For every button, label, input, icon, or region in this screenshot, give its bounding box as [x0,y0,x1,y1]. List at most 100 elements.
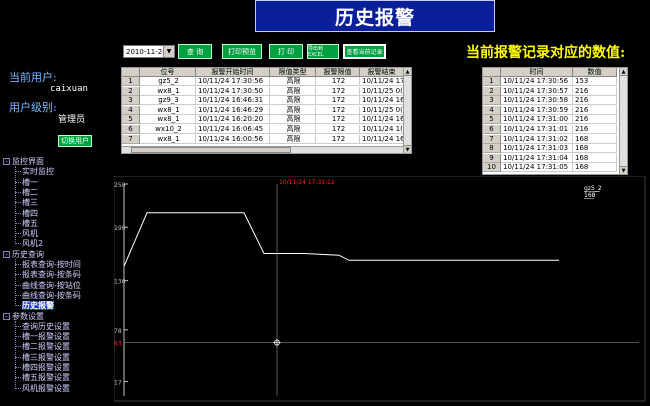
table-cell[interactable]: 168 [573,163,617,173]
view-current-button[interactable]: 查看当前记录 [343,44,386,59]
tree-toggle-icon[interactable]: - [3,312,10,320]
row-number[interactable]: 1 [483,77,501,86]
table-cell[interactable]: 10/11/24 17 [360,77,404,86]
table-cell[interactable]: 10/11/24 17:30:57 [501,86,573,96]
tree-item[interactable]: 槽五报警设置 [22,373,70,382]
table-cell[interactable]: wx10_2 [140,125,196,134]
row-number[interactable]: 7 [483,134,501,144]
date-select[interactable]: 2010-11-24 ▼ [123,45,175,58]
value-table[interactable]: 时间 数值 1 10/11/24 17:30:56 153 2 10/11/24 17:30… [482,67,628,175]
table-cell[interactable]: 10/11/24 16:20:20 [196,115,270,125]
row-number[interactable]: 2 [483,86,501,96]
column-header[interactable]: 报警限值 [316,68,360,77]
table-cell[interactable]: 216 [573,96,617,106]
row-number[interactable]: 8 [483,144,501,154]
column-header[interactable]: 位号 [140,68,196,77]
row-number[interactable]: 6 [483,125,501,134]
table-cell[interactable]: wx8_1 [140,86,196,96]
table-cell[interactable]: 168 [573,144,617,154]
row-number[interactable]: 7 [122,134,140,144]
table-cell[interactable]: 10/11/24 16 [360,96,404,106]
tree-item[interactable]: 实时监控 [22,167,54,176]
tree-item[interactable]: 曲线查询-按条码 [22,291,81,300]
row-number[interactable]: 6 [122,125,140,134]
table-cell[interactable]: 10/11/24 17:31:05 [501,163,573,173]
table-cell[interactable]: 10/11/24 17:31:00 [501,115,573,125]
row-number[interactable]: 1 [122,77,140,86]
table-cell[interactable]: 高限 [270,134,316,144]
table-cell[interactable]: 高限 [270,77,316,86]
table-cell[interactable]: wx8_1 [140,115,196,125]
table-cell[interactable]: 高限 [270,96,316,106]
table-cell[interactable]: 216 [573,115,617,125]
table-cell[interactable]: 172 [316,115,360,125]
row-number[interactable]: 9 [483,153,501,163]
vertical-scrollbar[interactable]: ▲ ▼ [619,68,627,174]
table-cell[interactable]: 10/11/25 0( [360,86,404,96]
row-number[interactable]: 4 [122,105,140,115]
column-header[interactable]: 数值 [573,68,617,77]
row-number[interactable]: 3 [122,96,140,106]
table-cell[interactable]: gz5_2 [140,77,196,86]
tree-toggle-icon[interactable]: - [3,158,10,165]
tree-item[interactable]: 历史报警 [22,301,54,311]
tree-item[interactable]: 槽四 [22,209,38,218]
tree-item[interactable]: 槽四报警设置 [22,363,70,372]
table-cell[interactable]: 168 [573,153,617,163]
print-preview-button[interactable]: 打印预览 [222,44,262,59]
tree-item[interactable]: 风机报警设置 [22,384,70,393]
table-cell[interactable]: 10/11/24 17:30:59 [501,105,573,115]
table-cell[interactable]: wx8_1 [140,105,196,115]
table-cell[interactable]: 10/11/24 17:31:04 [501,153,573,163]
tree-item[interactable]: 槽三报警设置 [22,353,70,362]
table-cell[interactable]: wx8_1 [140,134,196,144]
table-cell[interactable]: 10/11/24 16:46:31 [196,96,270,106]
table-cell[interactable]: 153 [573,77,617,86]
table-cell[interactable]: gz9_3 [140,96,196,106]
alarm-table[interactable]: 位号 报警开始时间 限值类型 报警限值 报警结束 1 gz5_2 10/11/24 17:30… [121,67,412,154]
tree-item[interactable]: 历史查询 [12,250,44,259]
table-cell[interactable]: 高限 [270,115,316,125]
table-cell[interactable]: 216 [573,125,617,134]
tree-item[interactable]: 曲线查询-按站位 [22,281,81,290]
table-cell[interactable]: 10/11/24 16:46:29 [196,105,270,115]
table-cell[interactable]: 10/11/24 16 [360,134,404,144]
row-number[interactable]: 4 [483,105,501,115]
tree-item[interactable]: 槽三 [22,198,38,207]
tree-toggle-icon[interactable]: - [3,250,10,258]
column-header[interactable]: 报警结束 [360,68,404,77]
vertical-scrollbar[interactable]: ▲ ▼ [403,68,411,153]
row-number[interactable]: 2 [122,86,140,96]
tree-item[interactable]: 报表查询-按条码 [22,270,81,279]
tree-item[interactable]: 风机 [22,229,38,238]
tree-item[interactable]: 槽一 [22,178,38,187]
query-button[interactable]: 查 询 [178,44,212,59]
table-cell[interactable]: 10/11/24 17:31:01 [501,125,573,134]
table-cell[interactable]: 10/11/24 16:00:56 [196,134,270,144]
table-cell[interactable]: 高限 [270,125,316,134]
export-excel-button[interactable]: 导出到EXCEL [307,44,339,59]
tree-item[interactable]: 槽一报警设置 [22,332,70,341]
tree-item[interactable]: 监控界面 [12,157,44,166]
column-header[interactable]: 限值类型 [270,68,316,77]
table-cell[interactable]: 216 [573,86,617,96]
table-cell[interactable]: 172 [316,134,360,144]
table-cell[interactable]: 高限 [270,86,316,96]
row-number[interactable]: 5 [483,115,501,125]
chevron-down-icon[interactable]: ▼ [163,46,174,57]
table-cell[interactable]: 10/11/24 1( [360,125,404,134]
table-cell[interactable]: 172 [316,125,360,134]
tree-item[interactable]: 报表查询-按时间 [22,260,81,269]
tree-item[interactable]: 槽二 [22,188,38,197]
table-cell[interactable]: 10/11/24 17:30:56 [196,77,270,86]
table-cell[interactable]: 172 [316,77,360,86]
table-cell[interactable]: 172 [316,96,360,106]
table-cell[interactable]: 10/11/25 0( [360,105,404,115]
row-number[interactable]: 10 [483,163,501,173]
table-cell[interactable]: 10/11/24 17:30:50 [196,86,270,96]
tree-item[interactable]: 风机2 [22,239,43,248]
tree-item[interactable]: 查询历史设置 [22,322,70,331]
row-number[interactable]: 5 [122,115,140,125]
table-cell[interactable]: 10/11/24 17:31:02 [501,134,573,144]
print-button[interactable]: 打 印 [269,44,303,59]
